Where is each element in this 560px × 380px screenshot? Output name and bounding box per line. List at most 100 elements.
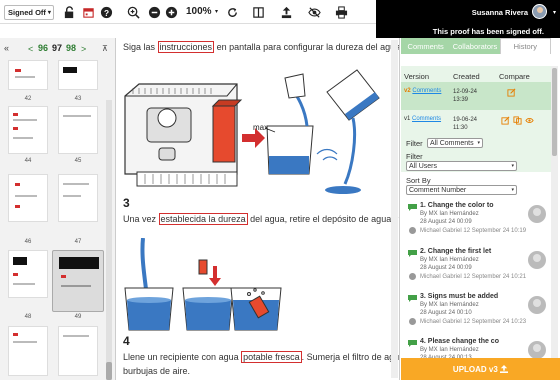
avatar: [528, 205, 546, 223]
version-name: v1 Comments: [404, 116, 442, 122]
refresh-icon[interactable]: [224, 4, 240, 20]
calendar-icon[interactable]: [80, 4, 96, 20]
step-number: 4: [123, 334, 130, 348]
current-page-number: 97: [52, 43, 63, 53]
reply-avatar: [409, 273, 416, 280]
filter-soaking-illustration: [124, 238, 282, 331]
thumbnail-label: 45: [74, 158, 82, 164]
panel-tabs: Comments Collaborators History: [401, 38, 551, 54]
annotation-highlight[interactable]: establecida la dureza: [158, 213, 248, 225]
thumbnail-label: 49: [74, 314, 82, 320]
page-thumbnail[interactable]: [8, 174, 48, 222]
page-thumbnail[interactable]: [58, 174, 98, 222]
zoom-in-icon[interactable]: [125, 4, 141, 20]
print-icon[interactable]: [333, 4, 349, 20]
instruction-line-2: Una vez establecida la dureza del agua, …: [123, 213, 400, 225]
page-thumbnail[interactable]: [8, 326, 48, 376]
page-thumbnail[interactable]: [8, 60, 48, 90]
reply-avatar: [409, 227, 416, 234]
comment-item[interactable]: 1. Change the color to By MX Ian Hernánd…: [406, 202, 548, 242]
panel-scrollbar[interactable]: [551, 66, 558, 380]
unlock-icon[interactable]: [61, 4, 77, 20]
instruction-line-3: Llene un recipiente con agua potable fre…: [123, 351, 400, 363]
annotation-highlight[interactable]: potable fresca: [241, 351, 302, 363]
scrollbar-thumb[interactable]: [552, 68, 557, 156]
upload-icon[interactable]: [278, 4, 294, 20]
edit-icon[interactable]: [501, 116, 510, 125]
compare-icon[interactable]: [513, 116, 522, 125]
eye-off-icon[interactable]: [306, 4, 322, 20]
user-name[interactable]: Susanna Rivera: [472, 8, 528, 17]
page-thumbnail[interactable]: [58, 106, 98, 154]
version-name: v2 Comments: [404, 88, 442, 94]
svg-text:?: ?: [103, 7, 108, 17]
version-row: v1 Comments 19-06-24 11:30: [401, 110, 551, 138]
thumbnail-label: 46: [24, 239, 32, 245]
eye-icon[interactable]: [525, 116, 534, 125]
chevron-down-icon: ▾: [511, 163, 514, 169]
column-header: Compare: [499, 72, 530, 81]
comment-icon: [408, 340, 417, 347]
thumbnail-sidebar: « < 96 97 98 > ⊼ 42 43 44 45 46 47 48 49: [0, 38, 116, 380]
upload-button[interactable]: UPLOAD v3: [401, 358, 560, 380]
max-label: max: [253, 123, 268, 132]
instruction-line-4: burbujas de aire.: [123, 366, 191, 376]
chevron-down-icon: ▾: [47, 10, 51, 16]
previous-page-icon[interactable]: <: [28, 44, 33, 54]
next-page-icon[interactable]: >: [81, 44, 86, 54]
page-thumbnail[interactable]: [58, 60, 98, 90]
comment-icon: [408, 204, 417, 211]
prev-page-number[interactable]: 96: [38, 43, 48, 53]
filter-label: Filter: [406, 139, 423, 148]
chevron-down-icon[interactable]: ▾: [553, 9, 556, 16]
help-icon[interactable]: ?: [98, 4, 114, 20]
chevron-down-icon: ▾: [477, 140, 480, 146]
sort-label: Sort By: [406, 176, 431, 185]
comment-item[interactable]: 3. Signs must be added By MX Ian Hernánd…: [406, 293, 548, 333]
page-thumbnail-selected[interactable]: [52, 250, 104, 312]
page-thumbnail[interactable]: [8, 106, 48, 154]
upload-icon: [500, 365, 509, 373]
avatar[interactable]: [532, 4, 547, 19]
thumbnail-label: 42: [24, 96, 32, 102]
comment-item[interactable]: 2. Change the first let By MX Ian Hernán…: [406, 248, 548, 288]
zoom-level[interactable]: 100%: [186, 6, 212, 17]
comments-link[interactable]: Comments: [412, 116, 441, 122]
tab-history[interactable]: History: [499, 38, 551, 54]
scrollbar-thumb[interactable]: [106, 362, 112, 380]
chevron-down-icon: ▾: [511, 187, 514, 193]
tab-collaborators[interactable]: Collaborators: [450, 38, 500, 54]
thumbnail-scrollbar[interactable]: [106, 100, 112, 380]
tab-comments[interactable]: Comments: [401, 38, 451, 54]
comment-icon: [408, 295, 417, 302]
page-thumbnail[interactable]: [58, 326, 98, 376]
version-row: v2 Comments 12-09-24 13:39: [401, 82, 551, 110]
thumbnail-label: 47: [74, 239, 82, 245]
user-filter-select[interactable]: All Users ▾: [406, 161, 517, 171]
annotation-highlight[interactable]: instrucciones: [157, 41, 215, 53]
comments-link[interactable]: Comments: [412, 88, 441, 94]
comment-filter-select[interactable]: All Comments ▾: [427, 138, 483, 148]
next-page-number[interactable]: 98: [66, 43, 76, 53]
sort-select[interactable]: Comment Number ▾: [406, 185, 517, 195]
thumbnail-label: 43: [74, 96, 82, 102]
zoom-out-icon[interactable]: [146, 4, 162, 20]
collapse-icon[interactable]: «: [4, 43, 9, 53]
document-scrollbar[interactable]: [391, 40, 398, 378]
filter-label: Filter: [406, 152, 423, 161]
edit-icon[interactable]: [507, 88, 516, 97]
status-dropdown[interactable]: Signed Off ▾: [4, 5, 54, 20]
column-header: Version: [404, 72, 430, 81]
status-label: Signed Off: [8, 8, 46, 17]
page-thumbnail[interactable]: [8, 250, 48, 298]
pin-icon[interactable]: ⊼: [102, 44, 108, 53]
thumbnail-label: 44: [24, 158, 32, 164]
reply-avatar: [409, 318, 416, 325]
chevron-down-icon[interactable]: ▾: [215, 8, 218, 15]
columns-icon[interactable]: [250, 4, 266, 20]
document-view: Siga las instrucciones en pantalla para …: [117, 38, 400, 380]
plus-icon[interactable]: [163, 4, 179, 20]
instruction-line-1: Siga las instrucciones en pantalla para …: [123, 41, 400, 53]
right-panel: Comments Collaborators History Version C…: [401, 38, 560, 380]
column-header: Created: [453, 72, 480, 81]
